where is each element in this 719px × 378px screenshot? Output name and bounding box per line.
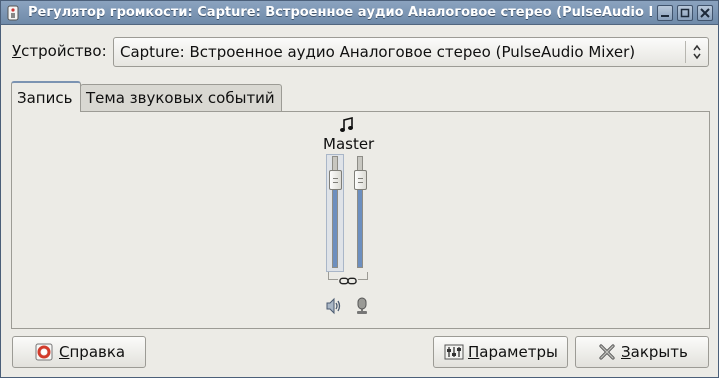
tab-sound-theme[interactable]: Тема звуковых событий: [80, 84, 282, 112]
preferences-icon: [444, 344, 464, 360]
params-mnemonic: П: [468, 343, 480, 361]
combo-arrows-icon: [693, 44, 701, 60]
device-label-text: стройство:: [21, 42, 107, 60]
speaker-icon[interactable]: [325, 297, 343, 315]
device-label: Устройство:: [12, 42, 107, 60]
help-button[interactable]: Справка: [12, 336, 146, 368]
minimize-icon: [661, 15, 669, 17]
track-label: Master: [323, 135, 375, 153]
close-button[interactable]: [697, 5, 713, 21]
help-icon: [35, 343, 53, 361]
close-button-label: Закрыть: [621, 343, 688, 361]
music-note-icon: [340, 117, 353, 132]
minimize-button[interactable]: [657, 5, 673, 21]
volume-fill-right: [358, 181, 362, 267]
device-combo[interactable]: Capture: Встроенное аудио Аналоговое сте…: [113, 37, 709, 67]
maximize-icon: [680, 8, 690, 18]
volume-knob-left[interactable]: [329, 170, 342, 190]
help-button-label: Справка: [59, 343, 125, 361]
close-label-rest: акрыть: [630, 343, 688, 361]
device-combo-value: Capture: Встроенное аудио Аналоговое сте…: [120, 43, 636, 61]
tab-recording[interactable]: Запись: [11, 81, 81, 112]
close-icon: [700, 8, 710, 18]
chain-link-icon[interactable]: [338, 276, 358, 286]
microphone-icon[interactable]: [354, 297, 370, 315]
preferences-button[interactable]: Параметры: [433, 336, 568, 368]
title-bar[interactable]: Регулятор громкости: Capture: Встроенное…: [1, 1, 718, 25]
window-title: Регулятор громкости: Capture: Встроенное…: [28, 5, 652, 20]
device-label-mnemonic: У: [12, 42, 22, 60]
close-mnemonic: З: [621, 343, 631, 361]
combo-separator: [685, 41, 686, 63]
help-label-rest: правка: [69, 343, 126, 361]
help-mnemonic: С: [59, 343, 70, 361]
close-x-icon: [599, 344, 615, 360]
app-icon: [7, 5, 19, 21]
volume-control-window: Регулятор громкости: Capture: Встроенное…: [0, 0, 719, 378]
maximize-button[interactable]: [677, 5, 693, 21]
volume-knob-right[interactable]: [354, 170, 367, 190]
preferences-button-label: Параметры: [468, 343, 558, 361]
volume-fill-left: [333, 181, 337, 267]
close-dialog-button[interactable]: Закрыть: [575, 336, 709, 368]
params-label-rest: араметры: [479, 343, 558, 361]
